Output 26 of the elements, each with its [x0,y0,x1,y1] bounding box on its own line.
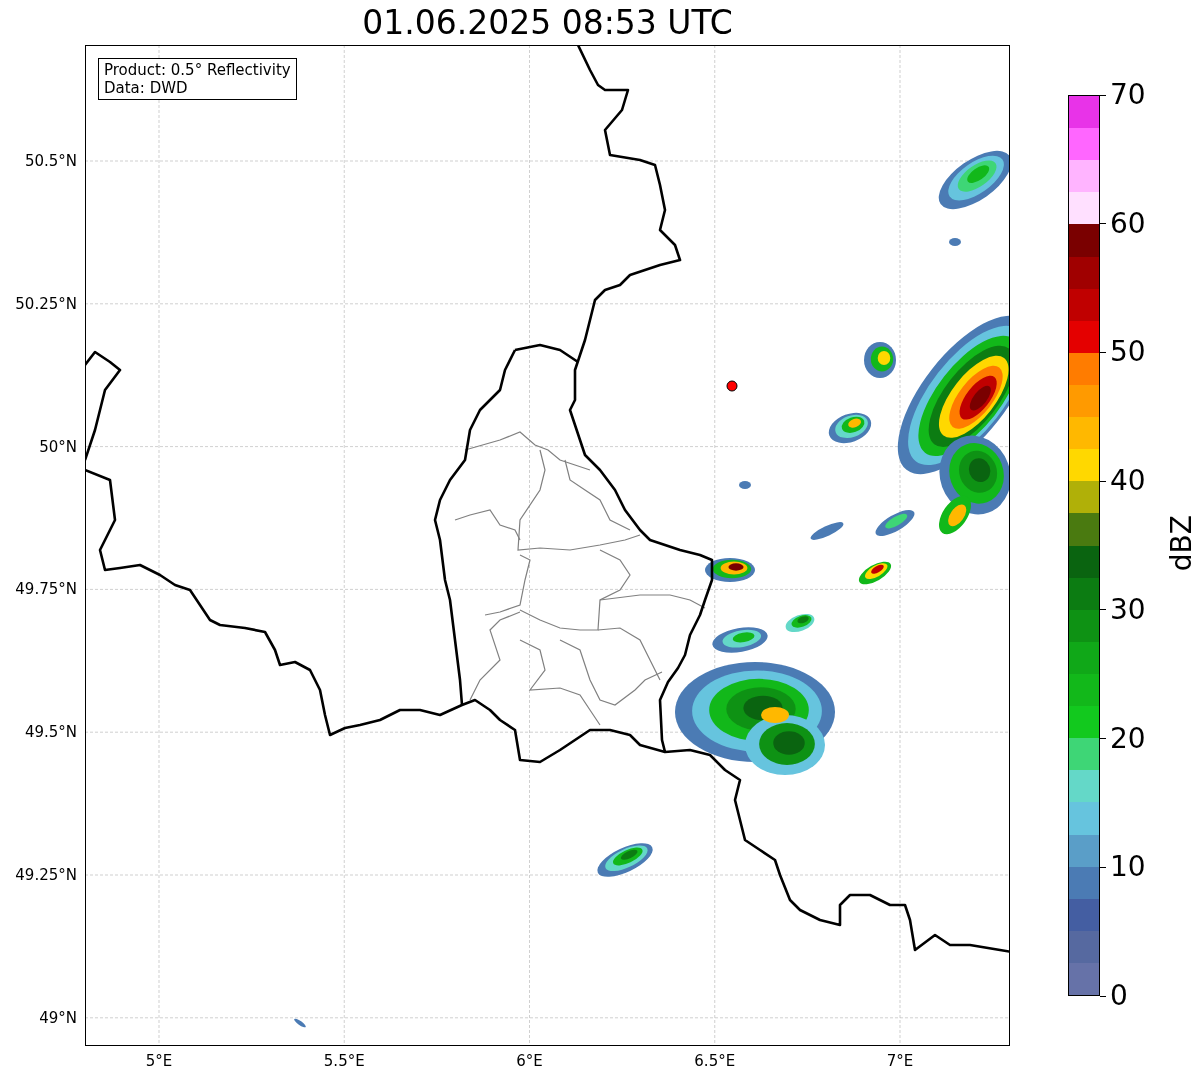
axis-tick-label: 49.25°N [15,866,77,884]
colorbar-label: dBZ [1166,515,1198,572]
radar-site-marker [726,380,738,392]
axis-tick-label: 50.25°N [15,294,77,313]
colorbar-tick-label: 40 [1110,466,1146,497]
axis-tick-label: 5.5°E [323,1052,365,1070]
axis-tick-label: 50.5°N [24,152,77,170]
axis-tick-label: 50°N [39,437,77,456]
axis-tick-label: 49°N [39,1008,77,1027]
colorbar-tick-label: 70 [1110,80,1146,110]
axis-tick-label: 49.5°N [24,723,77,742]
colorbar-tick-label: 20 [1110,723,1146,754]
axis-tick-label: 6.5°E [694,1052,736,1070]
info-text: Data: DWD [104,79,189,97]
axis-tick-label: 6°E [516,1052,543,1070]
colorbar-tick-label: 30 [1110,594,1146,625]
axis-tick-label: 5°E [145,1052,173,1070]
axis-tick-label: 49.75°N [15,580,77,599]
tick-mark [1100,995,1106,997]
colorbar-tick-label: 0 [1110,981,1128,1011]
axis-tick-label: 7°E [886,1052,914,1070]
colorbar-tick-label: 50 [1110,337,1146,368]
info-text: Product: 0.5° Reflectivity [104,61,291,79]
colorbar-tick-label: 60 [1110,208,1146,239]
colorbar-tick-label: 10 [1110,852,1146,883]
chart-title: 01.06.2025 08:53 UTC [362,3,733,42]
